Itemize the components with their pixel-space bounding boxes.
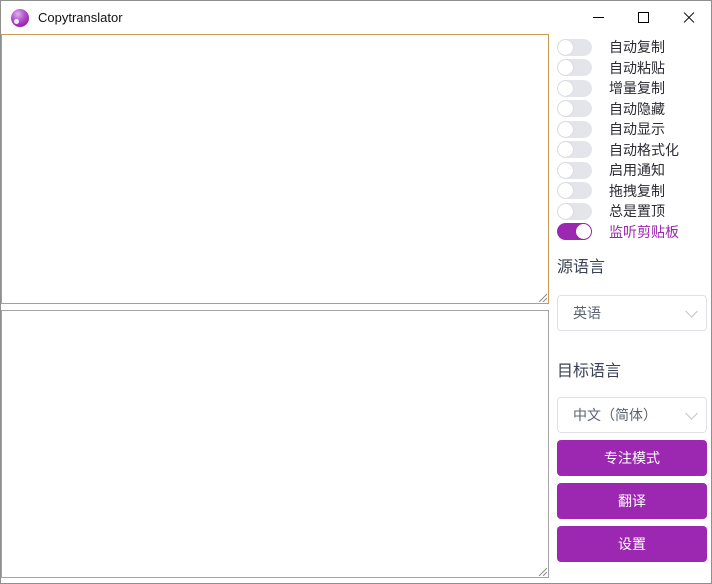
toggle-label: 拖拽复制 — [609, 182, 665, 199]
toggle-label: 监听剪贴板 — [609, 223, 679, 240]
target-language-value: 中文（简体） — [573, 407, 657, 423]
toggle-label: 增量复制 — [609, 80, 665, 97]
toggle-row: 自动显示 — [557, 119, 707, 140]
toggle-list: 自动复制 自动粘贴 增量复制 自动隐藏 自动显示 自动格式化 启用通知 拖拽复制… — [557, 37, 707, 242]
window-controls — [576, 1, 711, 34]
resize-grip-icon[interactable] — [535, 564, 547, 576]
toggle-knob-icon — [558, 162, 573, 178]
toggle-row: 自动格式化 — [557, 140, 707, 161]
close-button[interactable] — [666, 1, 711, 34]
toggle-switch[interactable] — [557, 141, 592, 159]
toggle-row: 拖拽复制 — [557, 181, 707, 202]
app-window: Copytranslator 自动复制 自动粘贴 增量复制 自动隐藏 自动显示 … — [0, 0, 712, 584]
toggle-knob-icon — [558, 142, 573, 158]
toggle-knob-icon — [558, 101, 573, 117]
close-icon — [683, 12, 695, 24]
toggle-knob-icon — [558, 39, 573, 55]
titlebar-drag-handle[interactable]: Copytranslator — [1, 1, 711, 34]
toggle-switch[interactable] — [557, 161, 592, 179]
result-text-pane — [1, 310, 549, 578]
toggle-label: 启用通知 — [609, 162, 665, 179]
action-button[interactable]: 专注模式 — [557, 440, 707, 476]
toggle-switch[interactable] — [557, 202, 592, 220]
settings-panel: 自动复制 自动粘贴 增量复制 自动隐藏 自动显示 自动格式化 启用通知 拖拽复制… — [557, 37, 707, 562]
toggle-knob-icon — [558, 203, 573, 219]
toggle-row: 总是置顶 — [557, 201, 707, 222]
toggle-label: 自动复制 — [609, 39, 665, 56]
toggle-row: 增量复制 — [557, 78, 707, 99]
toggle-knob-icon — [558, 80, 573, 96]
maximize-button[interactable] — [621, 1, 666, 34]
target-language-label: 目标语言 — [557, 363, 622, 380]
toggle-switch[interactable] — [557, 223, 592, 241]
toggle-switch[interactable] — [557, 38, 592, 56]
toggle-label: 自动格式化 — [609, 141, 679, 158]
chevron-down-icon — [685, 406, 698, 420]
chevron-down-icon — [685, 304, 698, 318]
source-language-label: 源语言 — [557, 259, 606, 276]
toggle-row: 自动粘贴 — [557, 58, 707, 79]
app-logo-icon — [11, 8, 29, 27]
toggle-label: 总是置顶 — [609, 203, 665, 220]
source-language-value: 英语 — [573, 305, 601, 321]
action-buttons: 专注模式 翻译 设置 — [557, 440, 707, 562]
toggle-switch[interactable] — [557, 120, 592, 138]
action-button[interactable]: 翻译 — [557, 483, 707, 519]
toggle-knob-icon — [558, 121, 573, 137]
toggle-switch[interactable] — [557, 59, 592, 77]
toggle-label: 自动隐藏 — [609, 100, 665, 117]
toggle-switch[interactable] — [557, 100, 592, 118]
toggle-row: 启用通知 — [557, 160, 707, 181]
action-button[interactable]: 设置 — [557, 526, 707, 562]
target-language-select[interactable]: 中文（简体） — [557, 397, 707, 433]
toggle-row: 自动隐藏 — [557, 99, 707, 120]
toggle-knob-icon — [558, 183, 573, 199]
source-text-pane — [1, 34, 549, 304]
toggle-row: 监听剪贴板 — [557, 222, 707, 243]
toggle-switch[interactable] — [557, 79, 592, 97]
toggle-knob-icon — [576, 224, 591, 240]
window-title: Copytranslator — [38, 10, 123, 25]
toggle-knob-icon — [558, 60, 573, 76]
source-text-input[interactable] — [1, 34, 549, 304]
minimize-button[interactable] — [576, 1, 621, 34]
source-language-select[interactable]: 英语 — [557, 295, 707, 331]
toggle-label: 自动粘贴 — [609, 59, 665, 76]
toggle-row: 自动复制 — [557, 37, 707, 58]
toggle-switch[interactable] — [557, 182, 592, 200]
result-text-output[interactable] — [1, 310, 549, 578]
maximize-icon — [638, 12, 649, 23]
resize-grip-icon[interactable] — [535, 290, 547, 302]
toggle-label: 自动显示 — [609, 121, 665, 138]
minimize-icon — [593, 17, 604, 18]
